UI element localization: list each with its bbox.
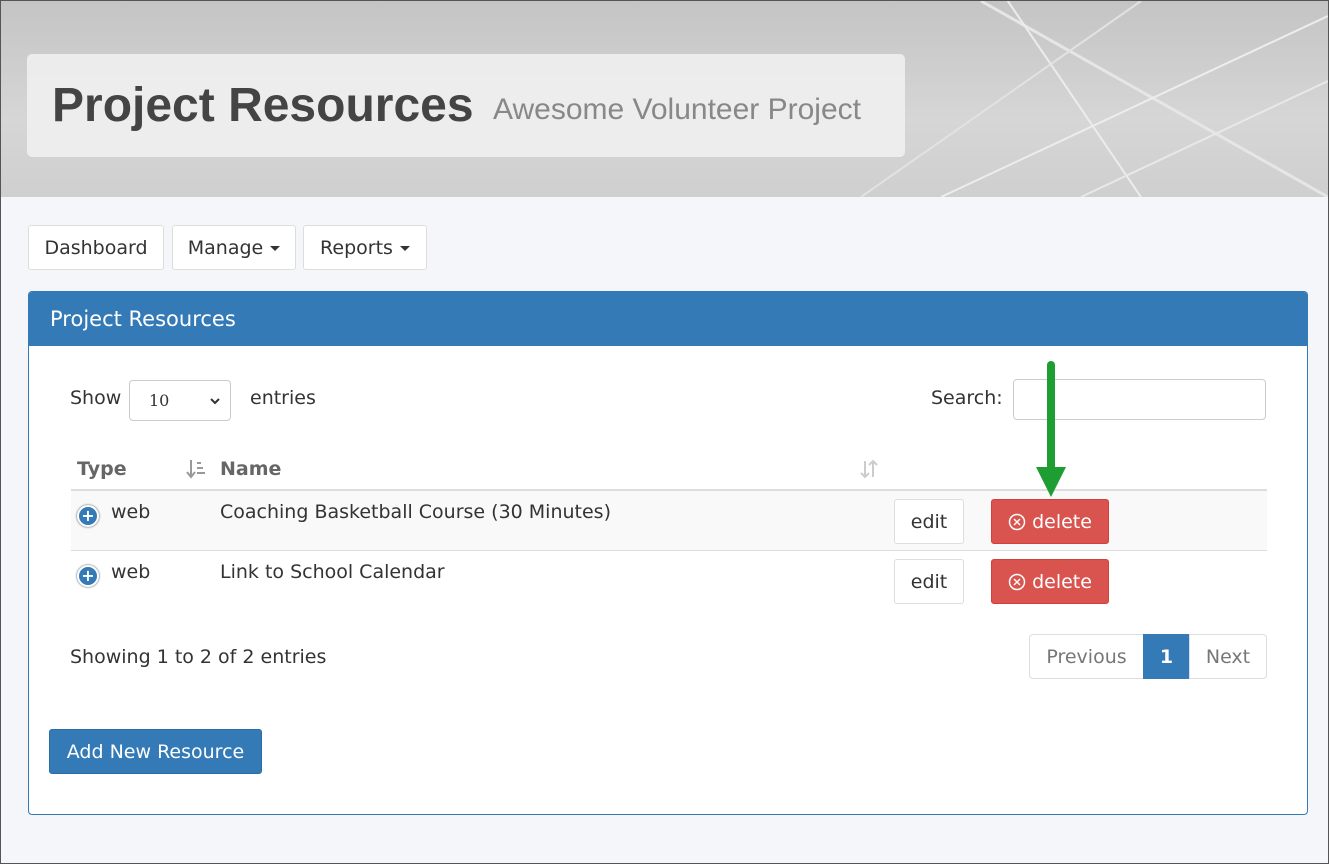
resources-panel: Project Resources Show 10 entries Search… — [28, 291, 1308, 815]
green-arrow-icon — [1036, 361, 1066, 497]
page-banner: Project Resources Awesome Volunteer Proj… — [1, 1, 1328, 197]
edit-button[interactable]: edit — [894, 499, 964, 544]
search-label: Search: — [931, 387, 1003, 409]
delete-button[interactable]: delete — [991, 499, 1109, 544]
table-row: + web Coaching Basketball Course (30 Min… — [71, 491, 1267, 551]
column-header-name[interactable]: Name — [220, 458, 281, 480]
page-subtitle: Awesome Volunteer Project — [493, 93, 861, 126]
pagination: Previous 1 Next — [1029, 634, 1267, 679]
edit-label: edit — [910, 570, 948, 593]
caret-down-icon — [270, 246, 281, 251]
show-label: Show — [70, 387, 122, 409]
caret-down-icon — [399, 246, 410, 251]
row-name: Coaching Basketball Course (30 Minutes) — [220, 501, 611, 523]
table-info: Showing 1 to 2 of 2 entries — [70, 646, 327, 668]
plus-circle-icon[interactable]: + — [77, 505, 99, 527]
manage-dropdown-button[interactable]: Manage — [172, 225, 296, 270]
delete-label: delete — [1032, 570, 1092, 593]
delete-label: delete — [1032, 510, 1092, 533]
dashboard-button[interactable]: Dashboard — [28, 225, 164, 270]
entries-label: entries — [250, 387, 316, 409]
plus-circle-icon[interactable]: + — [77, 565, 99, 587]
sort-icon[interactable] — [859, 458, 879, 480]
x-circle-icon — [1008, 573, 1026, 590]
row-type: web — [111, 561, 151, 583]
table-row: + web Link to School Calendar edit delet… — [71, 551, 1267, 611]
dashboard-label: Dashboard — [44, 236, 148, 259]
edit-button[interactable]: edit — [894, 559, 964, 604]
sort-ascending-icon[interactable] — [186, 458, 206, 480]
page-title: Project Resources — [52, 79, 474, 132]
entries-per-page-value: 10 — [149, 391, 170, 410]
entries-per-page-select[interactable]: 10 — [129, 380, 231, 421]
title-box: Project Resources Awesome Volunteer Proj… — [27, 54, 905, 157]
previous-page-button[interactable]: Previous — [1029, 634, 1144, 679]
page-1-button[interactable]: 1 — [1143, 634, 1190, 679]
chevron-down-icon — [210, 398, 220, 405]
reports-label: Reports — [320, 236, 393, 259]
add-new-resource-label: Add New Resource — [66, 740, 245, 763]
add-new-resource-button[interactable]: Add New Resource — [49, 729, 262, 774]
panel-heading: Project Resources — [29, 292, 1307, 346]
column-header-type[interactable]: Type — [77, 458, 127, 480]
row-name: Link to School Calendar — [220, 561, 445, 583]
reports-dropdown-button[interactable]: Reports — [303, 225, 427, 270]
edit-label: edit — [910, 510, 948, 533]
row-type: web — [111, 501, 151, 523]
next-page-button[interactable]: Next — [1189, 634, 1267, 679]
delete-button[interactable]: delete — [991, 559, 1109, 604]
x-circle-icon — [1008, 513, 1026, 530]
manage-label: Manage — [187, 236, 264, 259]
